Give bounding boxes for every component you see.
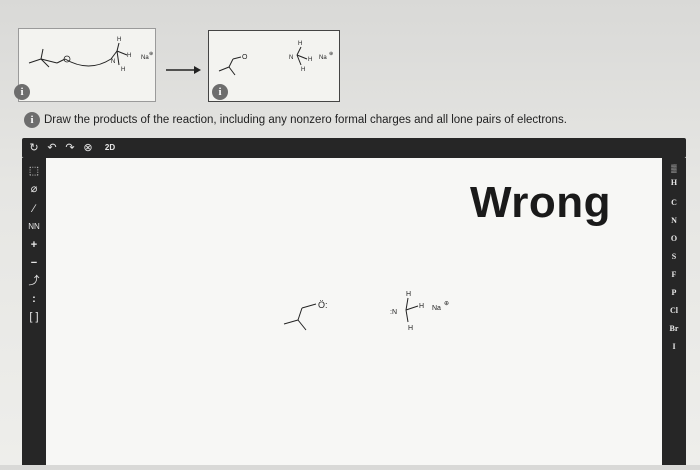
eraser-tool-icon[interactable]: ⌀: [26, 182, 42, 196]
undo-icon[interactable]: ↶: [44, 141, 60, 155]
charge-minus-icon[interactable]: −: [26, 256, 42, 270]
product-structure: O H H H N Na ⊕: [218, 41, 333, 76]
svg-text:⊕: ⊕: [329, 51, 333, 57]
element-F[interactable]: F: [662, 270, 686, 279]
svg-text::N: :N: [390, 309, 397, 316]
chain-tool-icon[interactable]: NN: [26, 220, 42, 234]
feedback-wrong: Wrong: [470, 178, 611, 227]
svg-text:H: H: [117, 37, 121, 43]
element-P[interactable]: P: [662, 288, 686, 297]
element-palette: ▒ H C N O S F P Cl Br I: [662, 158, 686, 465]
element-I[interactable]: I: [662, 342, 686, 351]
svg-text:H: H: [419, 303, 424, 310]
reaction-arrow: [166, 66, 201, 74]
element-N[interactable]: N: [662, 216, 686, 225]
element-C[interactable]: C: [662, 198, 686, 207]
svg-text:H: H: [408, 325, 413, 332]
question-instructions: Draw the products of the reaction, inclu…: [44, 114, 567, 126]
reactant-panel: H H H N Na ⊕: [18, 28, 156, 102]
svg-text:H: H: [121, 67, 125, 73]
bond-tool-icon[interactable]: ∕: [26, 202, 42, 216]
reactant-structure: H H H N Na ⊕: [28, 37, 153, 73]
svg-text:H: H: [308, 57, 312, 63]
zoom-icon[interactable]: ⊗: [80, 141, 96, 155]
svg-text:H: H: [301, 67, 305, 73]
select-tool-icon[interactable]: ⬚: [26, 164, 42, 178]
arrow-tool-icon[interactable]: ⤴: [26, 274, 42, 288]
element-Cl[interactable]: Cl: [662, 306, 686, 315]
3d-template-icon[interactable]: 2D: [102, 141, 118, 155]
svg-text:⊕: ⊕: [444, 301, 449, 307]
svg-text:H: H: [298, 41, 302, 47]
element-Br[interactable]: Br: [662, 324, 686, 333]
svg-text:⊕: ⊕: [149, 51, 153, 57]
svg-text:Na: Na: [432, 305, 441, 312]
svg-text:N: N: [111, 59, 115, 65]
info-icon[interactable]: i: [24, 112, 40, 128]
element-S[interactable]: S: [662, 252, 686, 261]
svg-text:H: H: [406, 291, 411, 298]
charge-plus-icon[interactable]: +: [26, 238, 42, 252]
element-O[interactable]: O: [662, 234, 686, 243]
clear-icon[interactable]: ↻: [26, 141, 42, 155]
editor-left-toolbar: ⬚ ⌀ ∕ NN + − ⤴ : [ ]: [22, 158, 46, 465]
lone-pair-icon[interactable]: :: [26, 292, 42, 306]
svg-text:H: H: [127, 53, 131, 59]
svg-text:Na: Na: [319, 55, 327, 61]
svg-text:O: O: [242, 54, 248, 61]
info-icon[interactable]: i: [212, 84, 228, 100]
svg-text:N: N: [289, 55, 293, 61]
info-icon[interactable]: i: [14, 84, 30, 100]
redo-icon[interactable]: ↷: [62, 141, 78, 155]
bracket-tool-icon[interactable]: [ ]: [26, 310, 42, 324]
editor-top-toolbar: ↻ ↶ ↷ ⊗ 2D: [22, 138, 686, 158]
periodic-table-icon[interactable]: ▒: [666, 162, 682, 176]
element-H[interactable]: H: [662, 178, 686, 187]
svg-text:Ö:: Ö:: [318, 300, 328, 310]
